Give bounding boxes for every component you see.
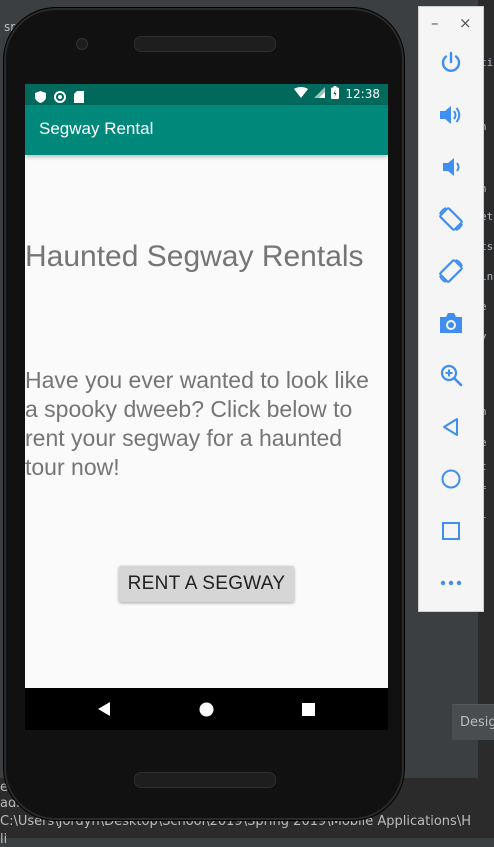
console-line: li <box>0 832 8 847</box>
signal-icon <box>314 87 326 101</box>
close-button[interactable]: × <box>459 15 472 31</box>
earpiece-speaker <box>134 36 276 52</box>
volume-up-icon[interactable] <box>435 99 467 131</box>
page-heading: Haunted Segway Rentals <box>25 240 364 273</box>
home-icon[interactable] <box>435 463 467 495</box>
nav-back-icon[interactable] <box>95 700 113 718</box>
ide-design-tab[interactable]: Desig <box>452 704 494 740</box>
emulator-toolbar: – × <box>418 6 484 612</box>
battery-icon <box>331 86 340 102</box>
nav-overview-icon[interactable] <box>299 700 317 718</box>
back-icon[interactable] <box>435 411 467 443</box>
phone-screen: 12:38 Segway Rental Haunted Segway Renta… <box>25 84 388 730</box>
rotate-right-icon[interactable] <box>435 255 467 287</box>
power-icon[interactable] <box>435 47 467 79</box>
more-icon[interactable] <box>435 567 467 599</box>
status-bar: 12:38 <box>25 84 388 105</box>
zoom-icon[interactable] <box>435 359 467 391</box>
wifi-icon <box>294 87 309 101</box>
nav-home-icon[interactable] <box>197 700 215 718</box>
description-text: Have you ever wanted to look like a spoo… <box>25 367 369 480</box>
bottom-speaker <box>134 772 276 788</box>
minimize-button[interactable]: – <box>431 15 439 31</box>
status-time: 12:38 <box>345 87 380 101</box>
camera-icon[interactable] <box>435 307 467 339</box>
app-bar: Segway Rental <box>25 105 388 155</box>
rent-segway-button[interactable]: RENT A SEGWAY <box>119 566 294 602</box>
navigation-bar <box>25 688 388 730</box>
app-bar-title: Segway Rental <box>39 119 154 138</box>
volume-down-icon[interactable] <box>435 151 467 183</box>
rotate-left-icon[interactable] <box>435 203 467 235</box>
overview-icon[interactable] <box>435 515 467 547</box>
front-camera <box>76 38 88 50</box>
